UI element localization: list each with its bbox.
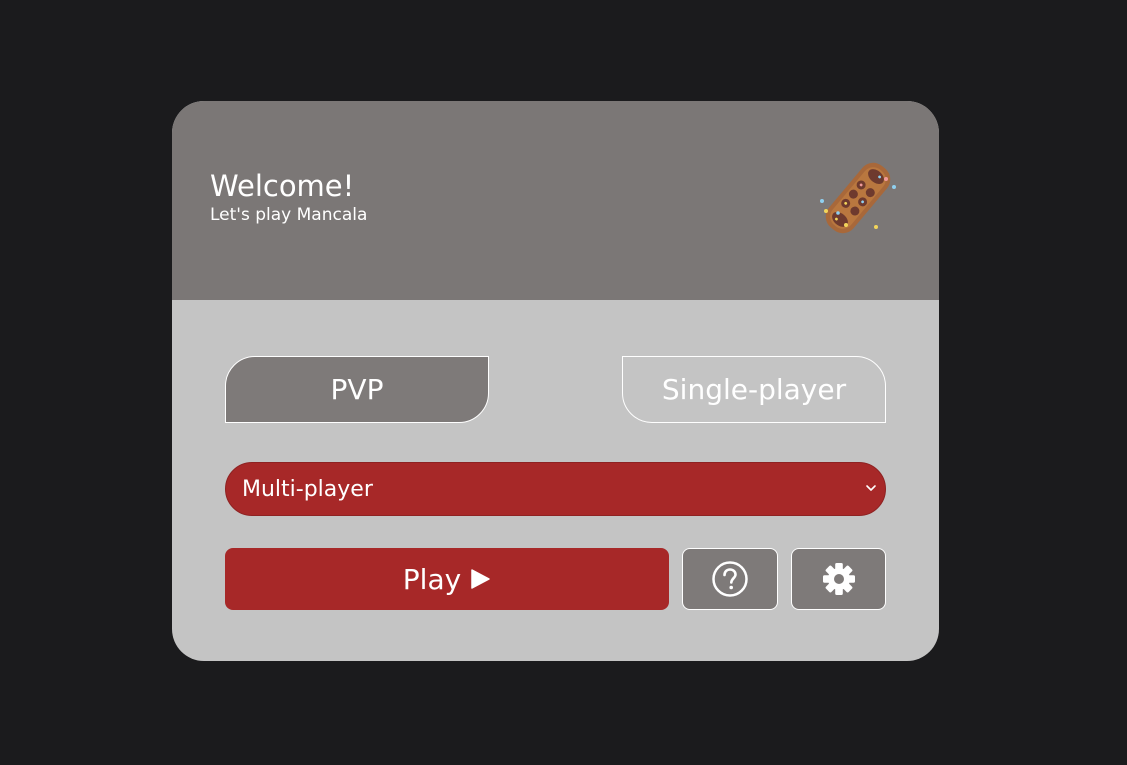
play-icon [471,569,490,589]
help-icon [712,561,748,597]
welcome-subtitle: Let's play Mancala [210,205,368,225]
game-type-selected: Multi-player [242,476,373,502]
gear-icon [822,563,855,595]
mancala-board-icon [820,162,896,234]
chevron-down-icon [866,485,876,491]
play-button[interactable]: Play [225,548,669,610]
menu-card: Welcome! Let's play Mancala PVP Single-p… [172,101,939,661]
play-button-label: Play [402,562,462,596]
tab-single-player[interactable]: Single-player [622,356,886,423]
settings-button[interactable] [791,548,886,610]
menu-header: Welcome! Let's play Mancala [172,101,939,300]
tab-pvp[interactable]: PVP [225,356,489,423]
welcome-title: Welcome! [210,169,355,203]
game-type-select[interactable]: Multi-player [225,462,886,516]
help-button[interactable] [682,548,778,610]
